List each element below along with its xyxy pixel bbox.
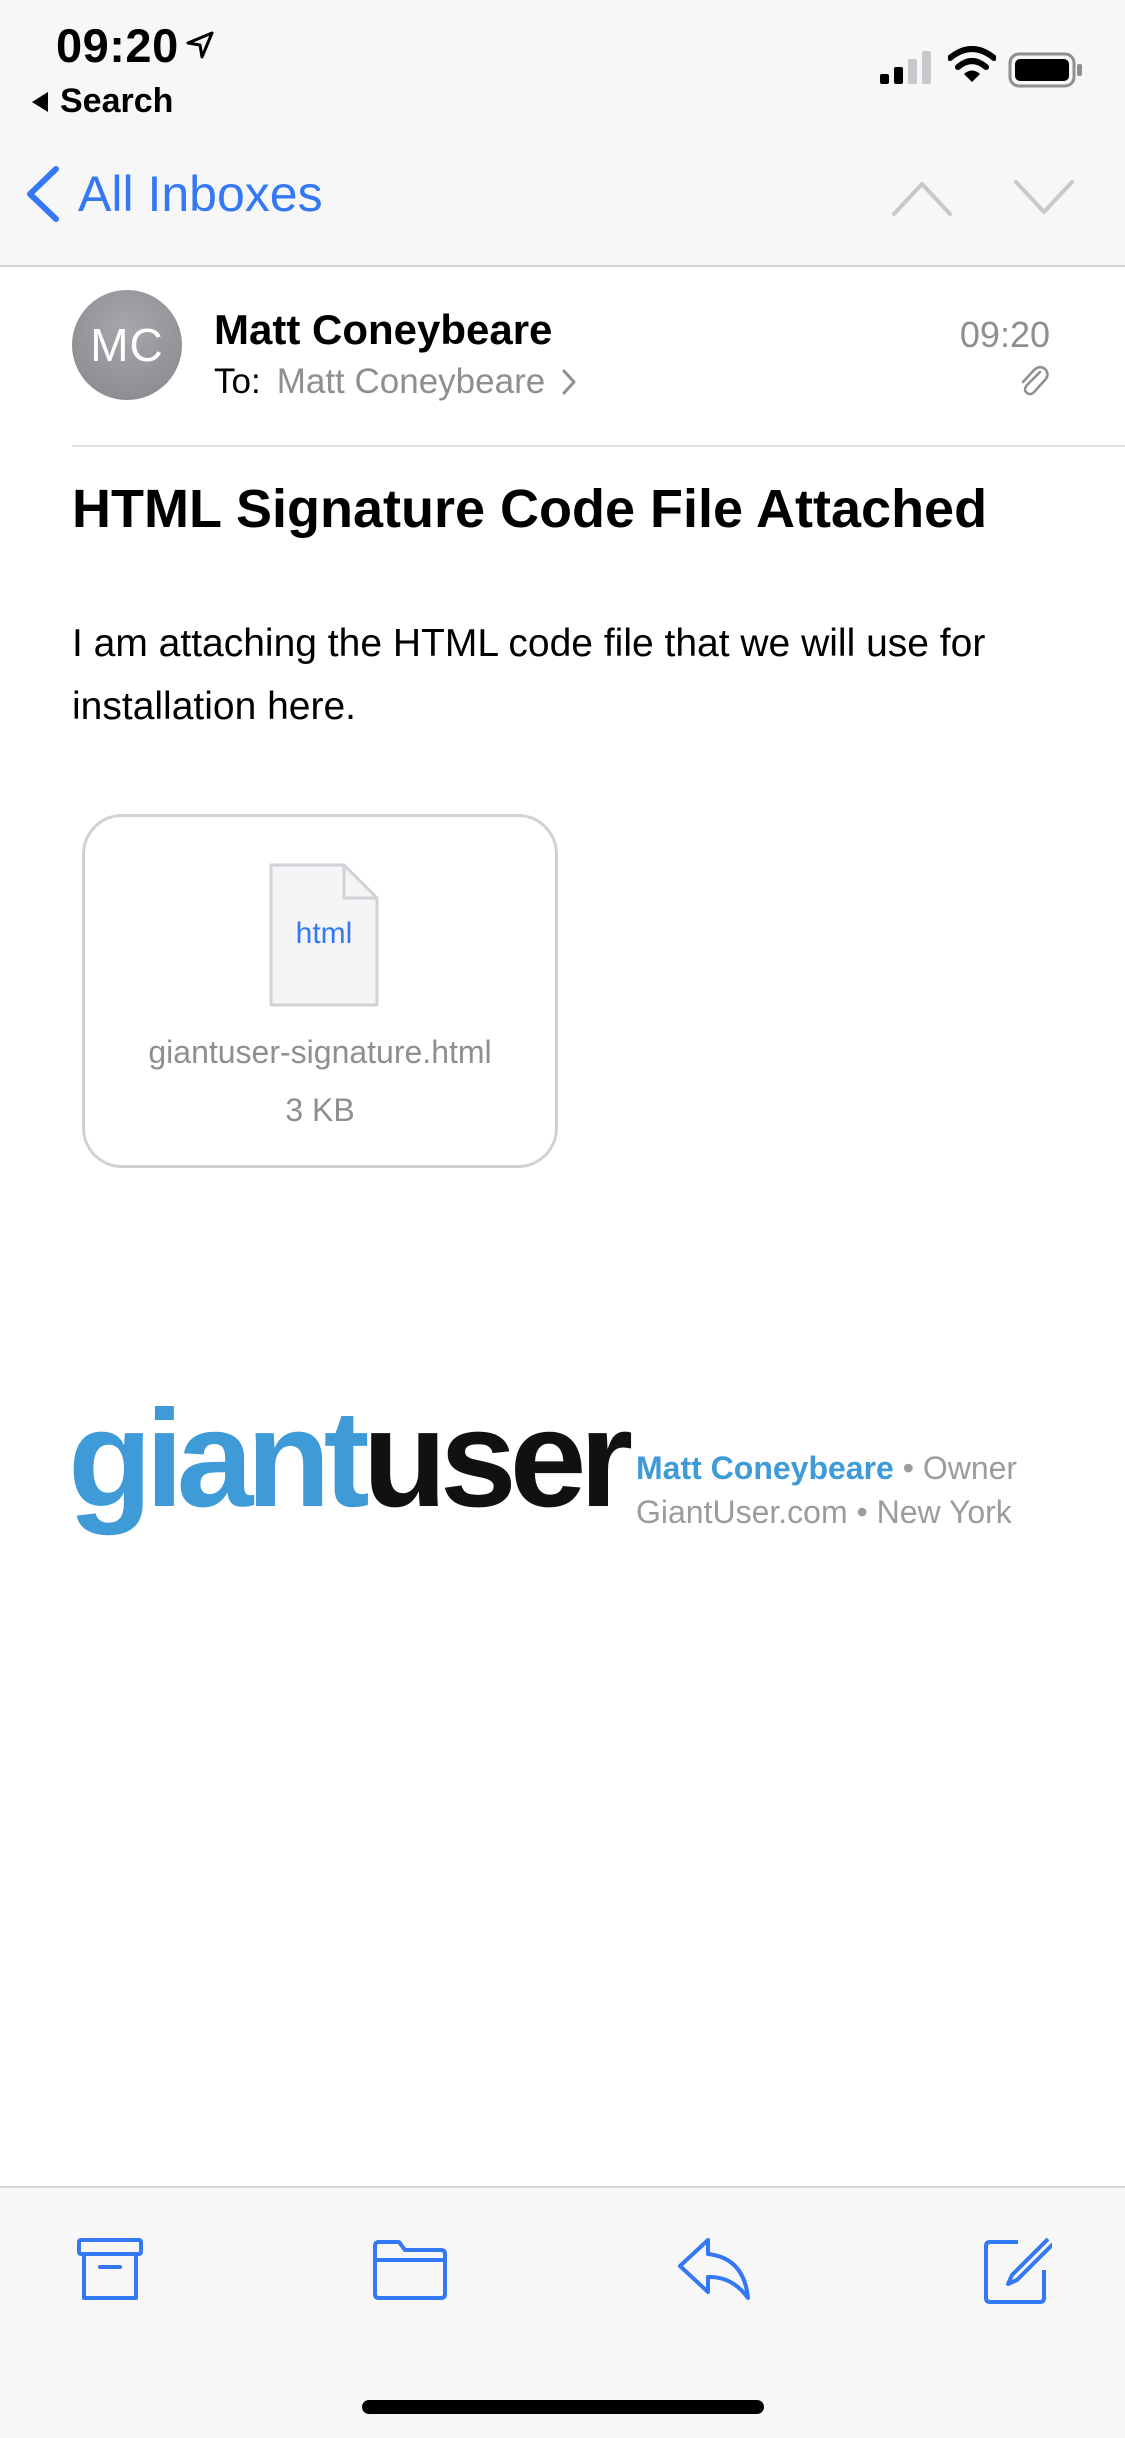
attachment-file-name: giantuser-signature.html bbox=[148, 1034, 492, 1070]
bottom-toolbar bbox=[0, 2186, 1125, 2438]
to-label: To: bbox=[214, 362, 261, 401]
signature-city: New York bbox=[876, 1494, 1012, 1530]
signature-role: Owner bbox=[922, 1450, 1018, 1486]
folder-icon[interactable] bbox=[371, 2236, 449, 2302]
chevron-right-icon bbox=[562, 369, 576, 395]
message-body: I am attaching the HTML code file that w… bbox=[72, 622, 986, 728]
attachment-card[interactable]: html giantuser-signature.html 3 KB bbox=[82, 814, 558, 1168]
all-inboxes-label: All Inboxes bbox=[78, 166, 323, 222]
logo-giant: giant bbox=[68, 1382, 370, 1536]
all-inboxes-back-button[interactable]: All Inboxes bbox=[24, 165, 323, 223]
file-type-label: html bbox=[295, 917, 353, 950]
giantuser-logo: giantuser bbox=[68, 1390, 633, 1528]
signature-website[interactable]: GiantUser.com bbox=[636, 1494, 848, 1530]
recipient-name: Matt Coneybeare bbox=[276, 362, 546, 401]
recipient-line[interactable]: To: Matt Coneybeare bbox=[214, 362, 577, 402]
wifi-icon bbox=[948, 46, 996, 82]
location-arrow-icon bbox=[186, 31, 214, 59]
signature-separator: • bbox=[856, 1494, 868, 1530]
back-app-label: Search bbox=[60, 82, 174, 120]
sender-avatar[interactable]: MC bbox=[72, 290, 182, 400]
cellular-signal-icon bbox=[880, 51, 931, 84]
signature-name[interactable]: Matt Coneybeare bbox=[636, 1450, 894, 1486]
signature-line-1: Matt Coneybeare • Owner bbox=[636, 1450, 1017, 1487]
next-message-chevron-down-icon[interactable] bbox=[1012, 178, 1076, 218]
paperclip-icon bbox=[1021, 366, 1049, 396]
top-bar: 09:20 Search All Inboxes bbox=[0, 0, 1125, 267]
message-time: 09:20 bbox=[959, 314, 1050, 355]
back-to-search[interactable]: Search bbox=[30, 82, 173, 121]
message-subject: HTML Signature Code File Attached bbox=[72, 479, 988, 539]
chevron-left-icon bbox=[27, 166, 59, 222]
logo-user: user bbox=[362, 1382, 633, 1536]
signature-line-2: GiantUser.com • New York bbox=[636, 1494, 1012, 1531]
previous-message-chevron-up-icon[interactable] bbox=[890, 178, 954, 218]
battery-icon bbox=[1008, 52, 1082, 88]
compose-icon[interactable] bbox=[982, 2236, 1052, 2306]
reply-icon[interactable] bbox=[676, 2236, 752, 2302]
archive-icon[interactable] bbox=[75, 2236, 145, 2302]
status-time: 09:20 bbox=[56, 19, 179, 72]
sender-name[interactable]: Matt Coneybeare bbox=[214, 306, 552, 354]
home-indicator[interactable] bbox=[362, 2400, 764, 2414]
back-triangle-icon bbox=[32, 91, 48, 112]
avatar-initials: MC bbox=[90, 319, 164, 371]
header-divider bbox=[72, 445, 1125, 447]
attachment-file-size: 3 KB bbox=[285, 1092, 355, 1128]
signature-separator: • bbox=[902, 1450, 914, 1486]
